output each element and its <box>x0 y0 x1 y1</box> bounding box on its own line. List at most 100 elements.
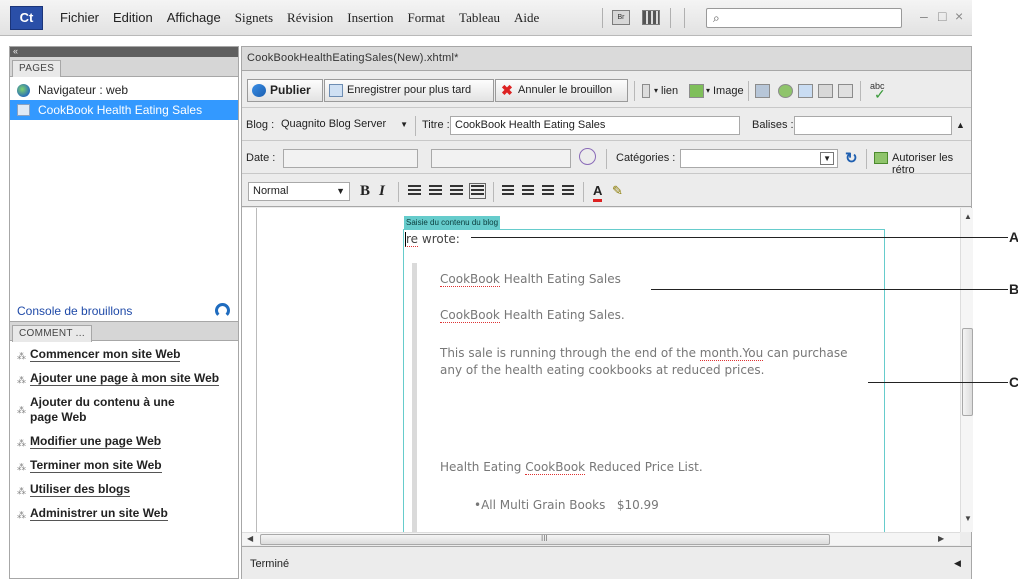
layout-icon[interactable] <box>642 10 660 25</box>
how-item-start-site[interactable]: ⁂ Commencer mon site Web <box>10 347 238 362</box>
how-tabstrip: COMMENT ... <box>10 321 238 342</box>
status-collapse-icon[interactable]: ◀ <box>954 558 961 569</box>
scroll-up-icon[interactable]: ▲ <box>964 212 972 221</box>
time-input[interactable] <box>431 149 571 168</box>
how-item-finish-site[interactable]: ⁂ Terminer mon site Web <box>10 458 238 473</box>
link-icon[interactable] <box>642 84 650 98</box>
menu-edition[interactable]: Edition <box>113 10 153 26</box>
paragraph-style-select[interactable]: Normal ▼ <box>248 182 350 201</box>
align-left-icon[interactable] <box>408 185 421 197</box>
table-icon[interactable] <box>798 84 813 98</box>
allow-trackbacks-button[interactable]: Autoriser les rétro <box>892 152 971 176</box>
image-button[interactable]: Image <box>713 85 744 97</box>
outdent-icon[interactable] <box>542 185 554 197</box>
font-color-button[interactable]: A <box>593 183 603 202</box>
scroll-right-icon[interactable]: ▶ <box>938 534 944 543</box>
bold-button[interactable]: B <box>360 183 370 199</box>
blog-content-region-tag: Saisie du contenu du blog <box>404 216 501 229</box>
dropdown-arrow-icon: ▼ <box>400 120 408 129</box>
dropdown-arrow-icon: ▾ <box>654 86 659 95</box>
scroll-thumb[interactable]: III <box>260 534 830 545</box>
insert-icon[interactable] <box>755 84 770 98</box>
search-icon: ⌕ <box>713 11 720 25</box>
minimize-button[interactable]: – <box>920 8 928 24</box>
menu-tableau[interactable]: Tableau <box>459 10 500 26</box>
how-item-use-blogs[interactable]: ⁂ Utiliser des blogs <box>10 482 238 497</box>
quote-paragraph: This sale is running through the end of … <box>440 345 853 379</box>
numbered-list-icon[interactable] <box>522 185 534 197</box>
pages-tabstrip: PAGES <box>10 57 238 77</box>
scroll-left-icon[interactable]: ◀ <box>247 534 253 543</box>
how-item-label: Ajouter une page à mon site Web <box>30 371 220 386</box>
refresh-green-icon[interactable] <box>778 84 793 98</box>
spelling-word: CookBook <box>440 272 500 287</box>
publish-label: Publier <box>270 83 311 97</box>
cancel-draft-button[interactable]: ✖ Annuler le brouillon <box>495 79 628 102</box>
search-input[interactable]: ⌕ <box>706 8 902 28</box>
quote-heading: CookBook Health Eating Sales <box>440 272 621 287</box>
how-item-label: Ajouter du contenu à une page Web <box>30 395 175 424</box>
how-item-add-page[interactable]: ⁂ Ajouter une page à mon site Web <box>10 371 238 386</box>
align-justify-icon[interactable] <box>469 183 486 199</box>
menu-affichage[interactable]: Affichage <box>167 10 221 26</box>
tool-icon[interactable] <box>818 84 833 98</box>
italic-button[interactable]: I <box>379 183 385 199</box>
price-list-part2: Reduced Price List. <box>585 460 703 474</box>
bridge-icon[interactable]: Br <box>612 10 630 25</box>
page-item-label: Navigateur : web <box>38 83 129 97</box>
page-item-navigator[interactable]: Navigateur : web <box>10 80 238 100</box>
menu-separator <box>670 8 671 28</box>
indent-icon[interactable] <box>562 185 574 197</box>
scroll-down-icon[interactable]: ▼ <box>964 514 972 523</box>
align-center-icon[interactable] <box>429 185 442 197</box>
quote-line-2-rest: Health Eating Sales. <box>499 308 625 322</box>
menu-format[interactable]: Format <box>407 10 445 26</box>
maximize-button[interactable]: □ <box>938 8 946 24</box>
page-item-cookbook[interactable]: CookBook Health Eating Sales <box>10 100 238 120</box>
highlight-icon[interactable]: ✎ <box>612 183 623 199</box>
categories-label: Catégories : <box>616 152 676 164</box>
how-item-add-content[interactable]: ⁂ Ajouter du contenu à une page Web <box>10 395 185 425</box>
drafts-console-link[interactable]: Console de brouillons <box>17 304 132 318</box>
scroll-thumb[interactable] <box>962 328 973 416</box>
save-later-button[interactable]: Enregistrer pour plus tard <box>324 79 494 102</box>
page-item-label: CookBook Health Eating Sales <box>38 103 203 117</box>
callout-line-a <box>471 237 1008 238</box>
spelling-word: month.You <box>699 346 764 361</box>
vertical-scrollbar[interactable]: ▲ ▼ <box>960 208 973 532</box>
chart-icon[interactable] <box>838 84 853 98</box>
tab-how[interactable]: COMMENT ... <box>12 325 92 342</box>
tab-pages[interactable]: PAGES <box>12 60 62 77</box>
bullet-list-icon[interactable] <box>502 185 514 197</box>
content-editor[interactable]: Saisie du contenu du blog re wrote: Cook… <box>242 208 960 532</box>
trackback-icon <box>874 152 888 164</box>
link-button[interactable]: lien <box>661 85 678 97</box>
collapse-up-icon[interactable]: ▲ <box>956 120 965 130</box>
publish-button[interactable]: Publier <box>247 79 323 102</box>
image-icon[interactable] <box>689 84 704 98</box>
menu-insertion[interactable]: Insertion <box>347 10 393 26</box>
menu-bar: Ct Fichier Edition Affichage Signets Rév… <box>0 0 972 36</box>
app-logo: Ct <box>10 6 43 30</box>
menu-revision[interactable]: Révision <box>287 10 333 26</box>
close-button[interactable]: × <box>955 8 963 24</box>
menu-aide[interactable]: Aide <box>514 10 539 26</box>
tags-input[interactable] <box>794 116 952 135</box>
menu-fichier[interactable]: Fichier <box>60 10 99 26</box>
categories-select[interactable]: ▼ <box>680 149 838 168</box>
dropdown-arrow-icon: ▼ <box>820 152 834 165</box>
toolbar-separator <box>748 81 749 101</box>
clock-icon[interactable] <box>579 148 596 165</box>
collapse-panel-button[interactable]: « <box>10 47 238 57</box>
date-input[interactable] <box>283 149 418 168</box>
title-input[interactable]: CookBook Health Eating Sales <box>450 116 740 135</box>
blog-select[interactable]: Quagnito Blog Server ▼ <box>277 116 412 135</box>
how-item-admin-site[interactable]: ⁂ Administrer un site Web <box>10 506 238 521</box>
menu-signets[interactable]: Signets <box>235 10 273 26</box>
align-right-icon[interactable] <box>450 185 463 197</box>
how-item-edit-page[interactable]: ⁂ Modifier une page Web <box>10 434 238 449</box>
reload-icon[interactable]: ↻ <box>845 149 858 167</box>
horizontal-scrollbar[interactable]: ◀ III ▶ <box>242 532 960 545</box>
refresh-icon[interactable] <box>215 303 230 318</box>
document-tab[interactable]: CookBookHealthEatingSales(New).xhtml* <box>242 47 971 71</box>
